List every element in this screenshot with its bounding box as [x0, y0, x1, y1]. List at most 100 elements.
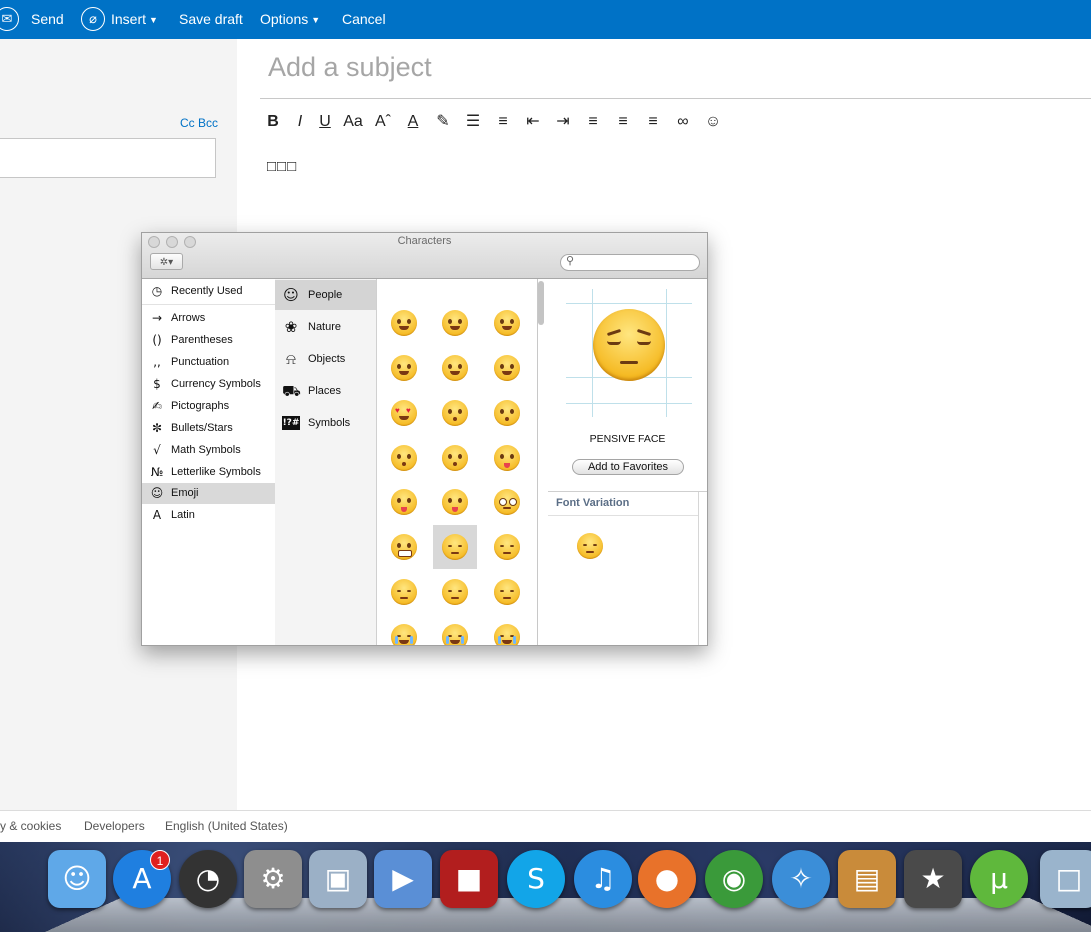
preview-icon[interactable]: ▣: [309, 850, 367, 908]
category-item[interactable]: → Arrows: [142, 308, 275, 329]
align-left-button[interactable]: ≡: [581, 110, 605, 134]
emoji-cell[interactable]: [485, 480, 529, 524]
emoji-cell[interactable]: ♥ ♥: [382, 391, 426, 435]
itunes-icon[interactable]: ♫: [574, 850, 632, 908]
skype-icon[interactable]: S: [507, 850, 565, 908]
emoji-cell[interactable]: [433, 570, 477, 614]
align-center-button[interactable]: ≡: [611, 110, 635, 134]
increase-indent-button[interactable]: ⇥: [551, 110, 575, 134]
category-item[interactable]: () Parentheses: [142, 330, 275, 351]
cc-bcc-link[interactable]: Cc Bcc: [180, 116, 218, 130]
emoji-cell[interactable]: [382, 570, 426, 614]
emoji-cell[interactable]: [382, 480, 426, 524]
options-button[interactable]: Options ▼: [260, 0, 320, 39]
emoji-cell[interactable]: [485, 436, 529, 480]
dock-glyph: ☺: [62, 862, 92, 895]
highlight-button[interactable]: ✎: [431, 110, 455, 134]
emoji-cell[interactable]: [433, 525, 477, 569]
align-right-button[interactable]: ≡: [641, 110, 665, 134]
category-label: Currency Symbols: [171, 378, 261, 390]
font-color-button[interactable]: A: [401, 110, 425, 134]
numbered-list-button[interactable]: ☰: [461, 110, 485, 134]
subcategory-nature[interactable]: ❀ Nature: [275, 312, 376, 342]
category-item[interactable]: № Letterlike Symbols: [142, 462, 275, 483]
subcategory-label: Symbols: [308, 417, 351, 429]
category-item[interactable]: $ Currency Symbols: [142, 374, 275, 395]
category-item[interactable]: ✼ Bullets/Stars: [142, 418, 275, 439]
chrome-icon[interactable]: ◉: [705, 850, 763, 908]
font-variation-item[interactable]: [568, 524, 612, 568]
bullet-list-button[interactable]: ≡: [491, 110, 515, 134]
category-item[interactable]: A Latin: [142, 505, 275, 526]
dashboard-icon[interactable]: ◔: [179, 850, 237, 908]
imovie-icon[interactable]: ▶: [374, 850, 432, 908]
emoji-cell[interactable]: [433, 346, 477, 390]
emoji-cell[interactable]: [433, 391, 477, 435]
category-list: ◷ Recently Used → Arrows () Parentheses ‚, Punc…: [142, 279, 276, 645]
photo-booth-icon[interactable]: ■: [440, 850, 498, 908]
font-size-button[interactable]: Aˆ: [371, 110, 395, 134]
emoji-cell[interactable]: [433, 480, 477, 524]
cancel-button[interactable]: Cancel: [342, 0, 386, 39]
emoji-grid-scrollbar[interactable]: [538, 281, 544, 325]
subcategory-places[interactable]: ⛟ Places: [275, 376, 376, 406]
font-button[interactable]: Aa: [341, 110, 365, 134]
disappointed-face-icon: [442, 579, 468, 605]
developers-link[interactable]: Developers: [84, 819, 145, 833]
emoji-cell[interactable]: [382, 525, 426, 569]
subcategory-objects[interactable]: ⍾ Objects: [275, 344, 376, 374]
subcategory-people[interactable]: ☺ People: [275, 280, 376, 310]
window-titlebar[interactable]: Characters ✲▾ ⚲: [142, 233, 707, 279]
underline-button[interactable]: U: [313, 110, 337, 134]
emoji-cell[interactable]: [382, 346, 426, 390]
font-color-icon: A: [407, 113, 419, 130]
category-item[interactable]: √ Math Symbols: [142, 440, 275, 461]
iphoto-icon[interactable]: ▤: [838, 850, 896, 908]
emoji-cell[interactable]: [433, 301, 477, 345]
to-field[interactable]: [0, 138, 216, 178]
emoji-cell[interactable]: [433, 436, 477, 480]
action-menu-button[interactable]: ✲▾: [150, 253, 183, 270]
utorrent-icon[interactable]: µ: [970, 850, 1028, 908]
kissing-smiling-eyes-icon: [442, 445, 468, 471]
finder-icon[interactable]: ☺: [48, 850, 106, 908]
emoji-button[interactable]: ☺: [701, 110, 725, 134]
italic-button[interactable]: I: [288, 110, 312, 134]
category-item[interactable]: ◷ Recently Used: [142, 281, 275, 302]
message-body[interactable]: □□□: [267, 158, 297, 175]
app-store-badge: 1: [150, 850, 170, 870]
category-item[interactable]: ‚, Punctuation: [142, 352, 275, 373]
character-search-field[interactable]: ⚲: [560, 254, 700, 271]
link-button[interactable]: ∞: [671, 110, 695, 134]
imovie-star-icon[interactable]: ★: [904, 850, 962, 908]
emoji-cell[interactable]: [485, 570, 529, 614]
relaxed-face-icon: [442, 355, 468, 381]
category-item[interactable]: ☺ Emoji: [142, 483, 275, 504]
emoji-cell[interactable]: [485, 346, 529, 390]
decrease-indent-button[interactable]: ⇤: [521, 110, 545, 134]
bold-button[interactable]: B: [261, 110, 285, 134]
emoji-cell[interactable]: [433, 615, 477, 645]
parentheses-icon: (): [152, 333, 162, 347]
winking-face-icon: [494, 355, 520, 381]
subcategory-symbols[interactable]: !?# Symbols: [275, 408, 376, 438]
emoji-cell[interactable]: [382, 436, 426, 480]
save-draft-button[interactable]: Save draft: [179, 0, 243, 39]
emoji-cell[interactable]: [485, 525, 529, 569]
add-to-favorites-button[interactable]: Add to Favorites: [572, 459, 684, 475]
emoji-cell[interactable]: [485, 615, 529, 645]
emoji-cell[interactable]: [382, 301, 426, 345]
folder-icon[interactable]: □: [1040, 850, 1091, 908]
category-item[interactable]: ✍ Pictographs: [142, 396, 275, 417]
insert-button[interactable]: ⌀ Insert ▼: [81, 0, 161, 39]
emoji-cell[interactable]: [382, 615, 426, 645]
system-preferences-icon[interactable]: ⚙: [244, 850, 302, 908]
subject-input[interactable]: Add a subject: [268, 52, 432, 83]
category-label: Math Symbols: [171, 444, 241, 456]
emoji-cell[interactable]: [485, 391, 529, 435]
safari-icon[interactable]: ✧: [772, 850, 830, 908]
language-link[interactable]: English (United States): [165, 819, 288, 833]
emoji-cell[interactable]: [485, 301, 529, 345]
firefox-icon[interactable]: ●: [638, 850, 696, 908]
privacy-cookies-link[interactable]: y & cookies: [0, 819, 61, 833]
